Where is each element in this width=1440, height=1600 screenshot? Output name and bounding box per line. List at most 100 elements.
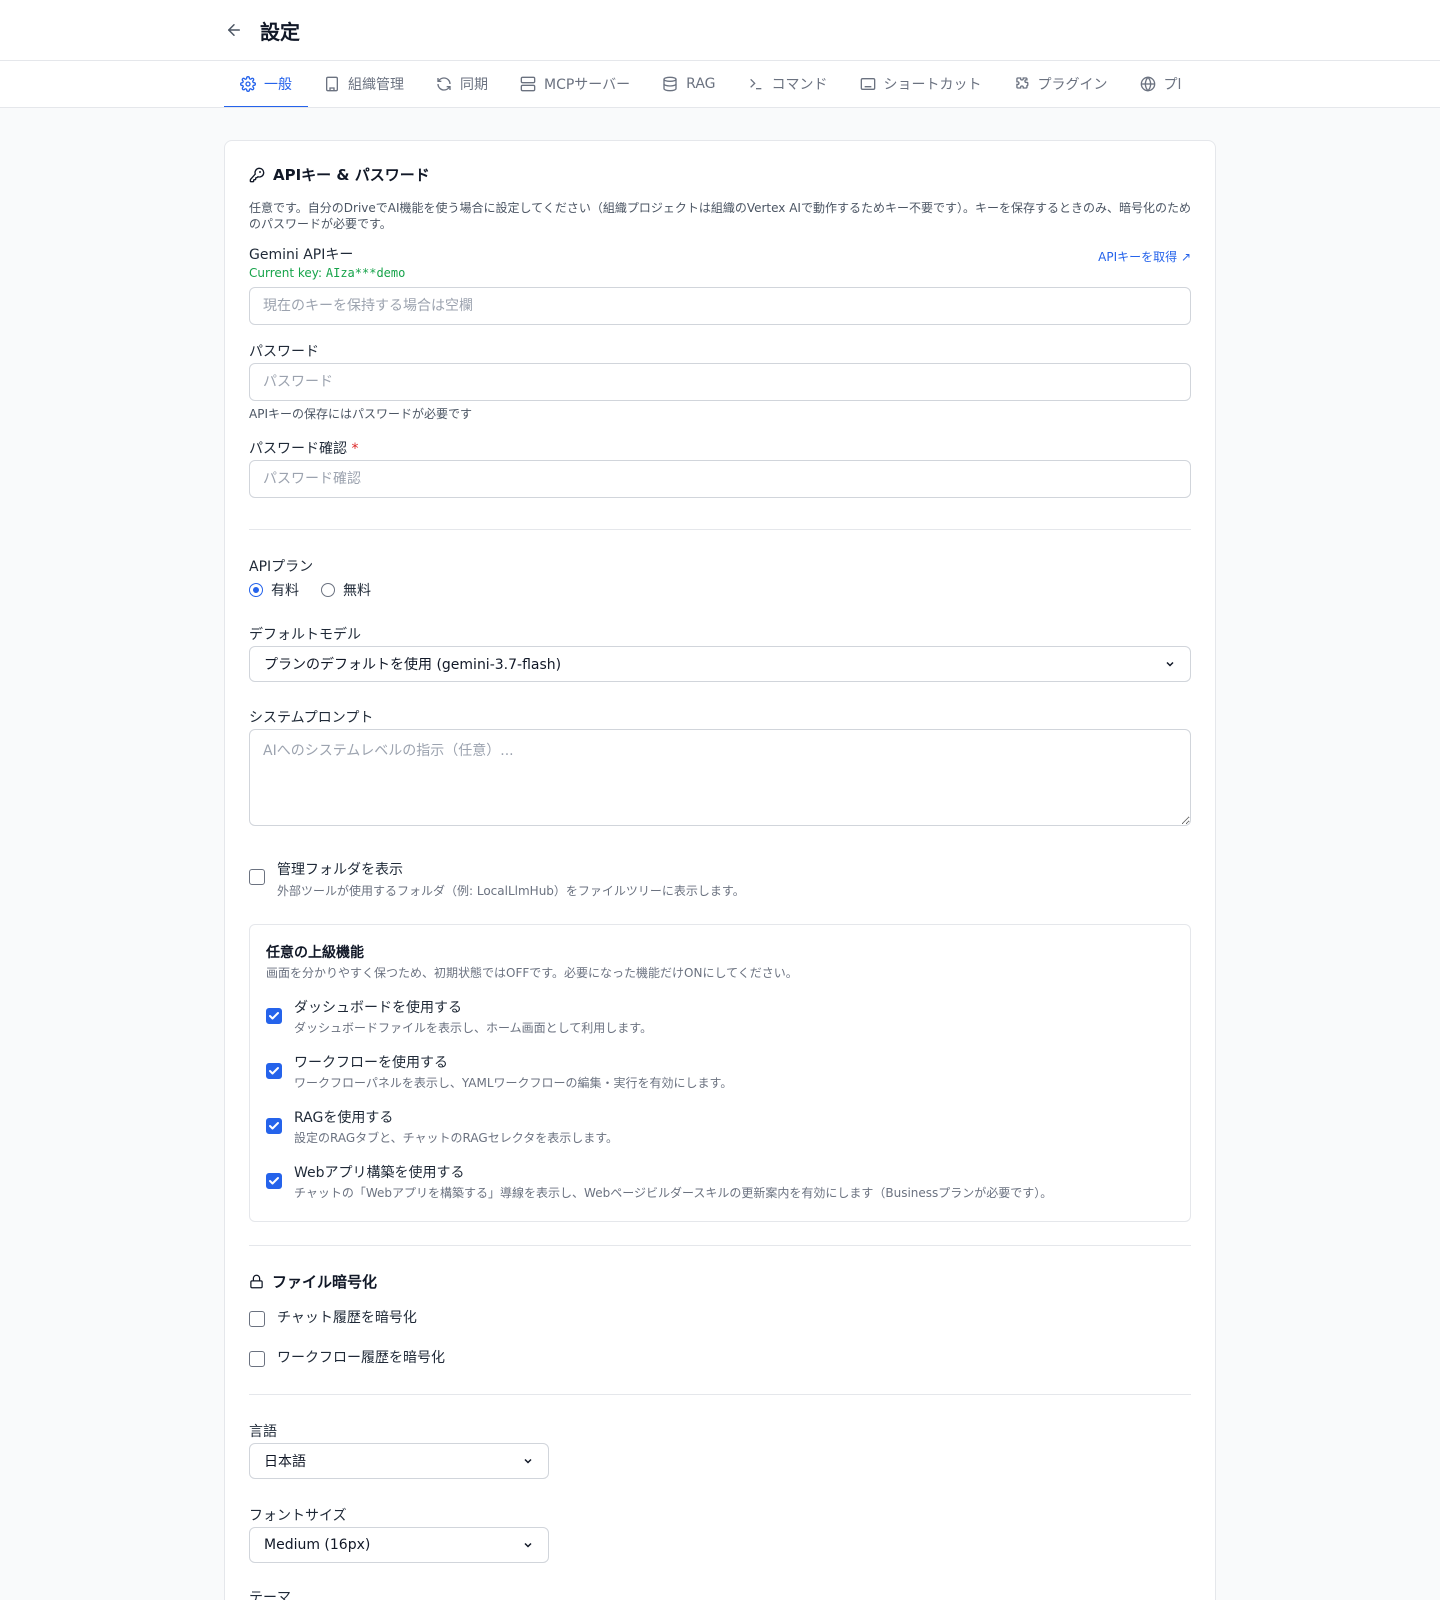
check-icon <box>269 1012 279 1020</box>
advanced-features-box: 任意の上級機能 画面を分かりやすく保つため、初期状態ではOFFです。必要になった… <box>249 924 1191 1222</box>
encryption-title-text: ファイル暗号化 <box>272 1273 378 1291</box>
tab-label: ショートカット <box>883 76 982 93</box>
dashboard-description: ダッシュボードファイルを表示し、ホーム画面として利用します。 <box>294 1021 653 1035</box>
database-icon <box>663 76 677 91</box>
arrow-left-icon <box>228 24 240 36</box>
refresh-icon <box>437 76 451 91</box>
check-icon <box>269 1177 279 1185</box>
password-confirm-label: パスワード確認 * <box>249 438 358 458</box>
workflow-checkbox[interactable] <box>266 1063 282 1079</box>
page-header: 設定 <box>0 0 1440 61</box>
api-section-title: APIキー & パスワード <box>249 164 430 185</box>
tab-rag[interactable]: RAG <box>646 61 731 107</box>
dashboard-checkbox[interactable] <box>266 1008 282 1024</box>
rag-description: 設定のRAGタブと、チャットのRAGセレクタを表示します。 <box>294 1131 619 1145</box>
terminal-icon <box>749 78 761 89</box>
api-section-title-text: APIキー & パスワード <box>273 166 430 184</box>
default-model-value: プランのデフォルトを使用 (gemini-3.7-flash) <box>264 657 562 673</box>
gear-icon <box>240 75 256 92</box>
current-key-value: AIza***demo <box>325 266 406 280</box>
keyboard-icon <box>860 77 875 90</box>
settings-tabs: 一般 組織管理 同期 MCPサーバー RAG コマンド ショートカット プラグイ… <box>0 61 1440 108</box>
language-label: 言語 <box>249 1424 277 1440</box>
api-key-input[interactable] <box>249 287 1191 325</box>
lock-icon <box>250 1274 263 1289</box>
tab-label: コマンド <box>771 76 828 93</box>
tab-general[interactable]: 一般 <box>224 61 308 107</box>
default-model-label: デフォルトモデル <box>249 627 361 643</box>
system-prompt-label: システムプロンプト <box>249 710 374 726</box>
advanced-description: 画面を分かりやすく保つため、初期状態ではOFFです。必要になった機能だけONにし… <box>266 966 798 980</box>
language-value: 日本語 <box>264 1454 306 1470</box>
dashboard-label: ダッシュボードを使用する <box>294 1000 462 1016</box>
tab-overflow[interactable]: プl <box>1124 61 1198 107</box>
divider <box>249 1245 1191 1246</box>
required-mark: * <box>351 441 359 457</box>
check-icon <box>269 1067 279 1075</box>
back-button[interactable] <box>222 18 246 42</box>
building-icon <box>326 76 338 91</box>
tab-label: MCPサーバー <box>544 76 631 93</box>
puzzle-icon <box>1015 76 1028 89</box>
current-key-status: Current key: AIza***demo <box>249 266 405 280</box>
check-icon <box>269 1122 279 1130</box>
language-select[interactable]: 日本語 <box>249 1443 549 1479</box>
tab-label: 同期 <box>460 76 488 93</box>
plan-paid-label: 有料 <box>271 583 299 599</box>
encrypt-workflow-checkbox[interactable] <box>249 1351 265 1367</box>
webapp-description: チャットの「Webアプリを構築する」導線を表示し、Webページビルダースキルの更… <box>294 1186 1053 1200</box>
current-key-prefix: Current key: <box>249 266 326 280</box>
rag-checkbox[interactable] <box>266 1118 282 1134</box>
advanced-title: 任意の上級機能 <box>266 945 364 961</box>
get-api-key-link[interactable]: APIキーを取得 ↗ <box>1098 248 1191 265</box>
page-title: 設定 <box>260 20 300 44</box>
tab-label: 一般 <box>264 76 292 93</box>
key-icon <box>249 167 265 182</box>
tab-mcp-servers[interactable]: MCPサーバー <box>504 61 646 107</box>
admin-folder-description: 外部ツールが使用するフォルダ（例: LocalLlmHub）をファイルツリーに表… <box>277 884 745 898</box>
encrypt-chat-checkbox[interactable] <box>249 1311 265 1327</box>
globe-icon <box>1140 75 1155 92</box>
font-size-label: フォントサイズ <box>249 1508 347 1524</box>
workflow-description: ワークフローパネルを表示し、YAMLワークフローの編集・実行を有効にします。 <box>294 1076 733 1090</box>
tab-label: 組織管理 <box>348 76 404 93</box>
theme-label: テーマ <box>249 1590 291 1600</box>
tab-sync[interactable]: 同期 <box>420 61 504 107</box>
chevron-down-icon <box>1166 661 1174 667</box>
tab-shortcuts[interactable]: ショートカット <box>844 61 998 107</box>
chevron-down-icon <box>524 1458 532 1464</box>
gemini-key-label: Gemini APIキー <box>249 247 354 263</box>
password-confirm-input[interactable] <box>249 460 1191 498</box>
font-size-select[interactable]: Medium (16px) <box>249 1527 549 1563</box>
encrypt-workflow-label: ワークフロー履歴を暗号化 <box>277 1350 445 1366</box>
webapp-label: Webアプリ構築を使用する <box>294 1165 465 1181</box>
rag-label: RAGを使用する <box>294 1110 394 1126</box>
encryption-section-title: ファイル暗号化 <box>249 1271 377 1292</box>
settings-card: APIキー & パスワード 任意です。自分のDriveでAI機能を使う場合に設定… <box>224 140 1216 1600</box>
encrypt-chat-label: チャット履歴を暗号化 <box>277 1310 417 1326</box>
tab-plugins[interactable]: プラグイン <box>998 61 1124 107</box>
admin-folder-checkbox[interactable] <box>249 869 265 885</box>
plan-free-radio[interactable] <box>321 583 335 597</box>
divider <box>249 1394 1191 1395</box>
password-confirm-label-text: パスワード確認 <box>249 441 347 457</box>
webapp-checkbox[interactable] <box>266 1173 282 1189</box>
api-plan-label: APIプラン <box>249 559 314 575</box>
divider <box>249 529 1191 530</box>
system-prompt-textarea[interactable] <box>249 729 1191 826</box>
workflow-label: ワークフローを使用する <box>294 1055 448 1071</box>
default-model-select[interactable]: プランのデフォルトを使用 (gemini-3.7-flash) <box>249 646 1191 682</box>
tab-organization[interactable]: 組織管理 <box>308 61 420 107</box>
chevron-down-icon <box>524 1542 532 1548</box>
tab-commands[interactable]: コマンド <box>732 61 844 107</box>
password-label: パスワード <box>249 344 319 360</box>
admin-folder-label: 管理フォルダを表示 <box>277 862 403 878</box>
server-icon <box>520 76 536 91</box>
password-input[interactable] <box>249 363 1191 401</box>
tab-label: RAG <box>686 75 716 92</box>
plan-free-label: 無料 <box>343 583 371 599</box>
tab-label: プラグイン <box>1037 76 1108 93</box>
password-hint: APIキーの保存にはパスワードが必要です <box>249 407 472 421</box>
plan-paid-radio[interactable] <box>249 583 263 597</box>
font-size-value: Medium (16px) <box>264 1537 371 1553</box>
